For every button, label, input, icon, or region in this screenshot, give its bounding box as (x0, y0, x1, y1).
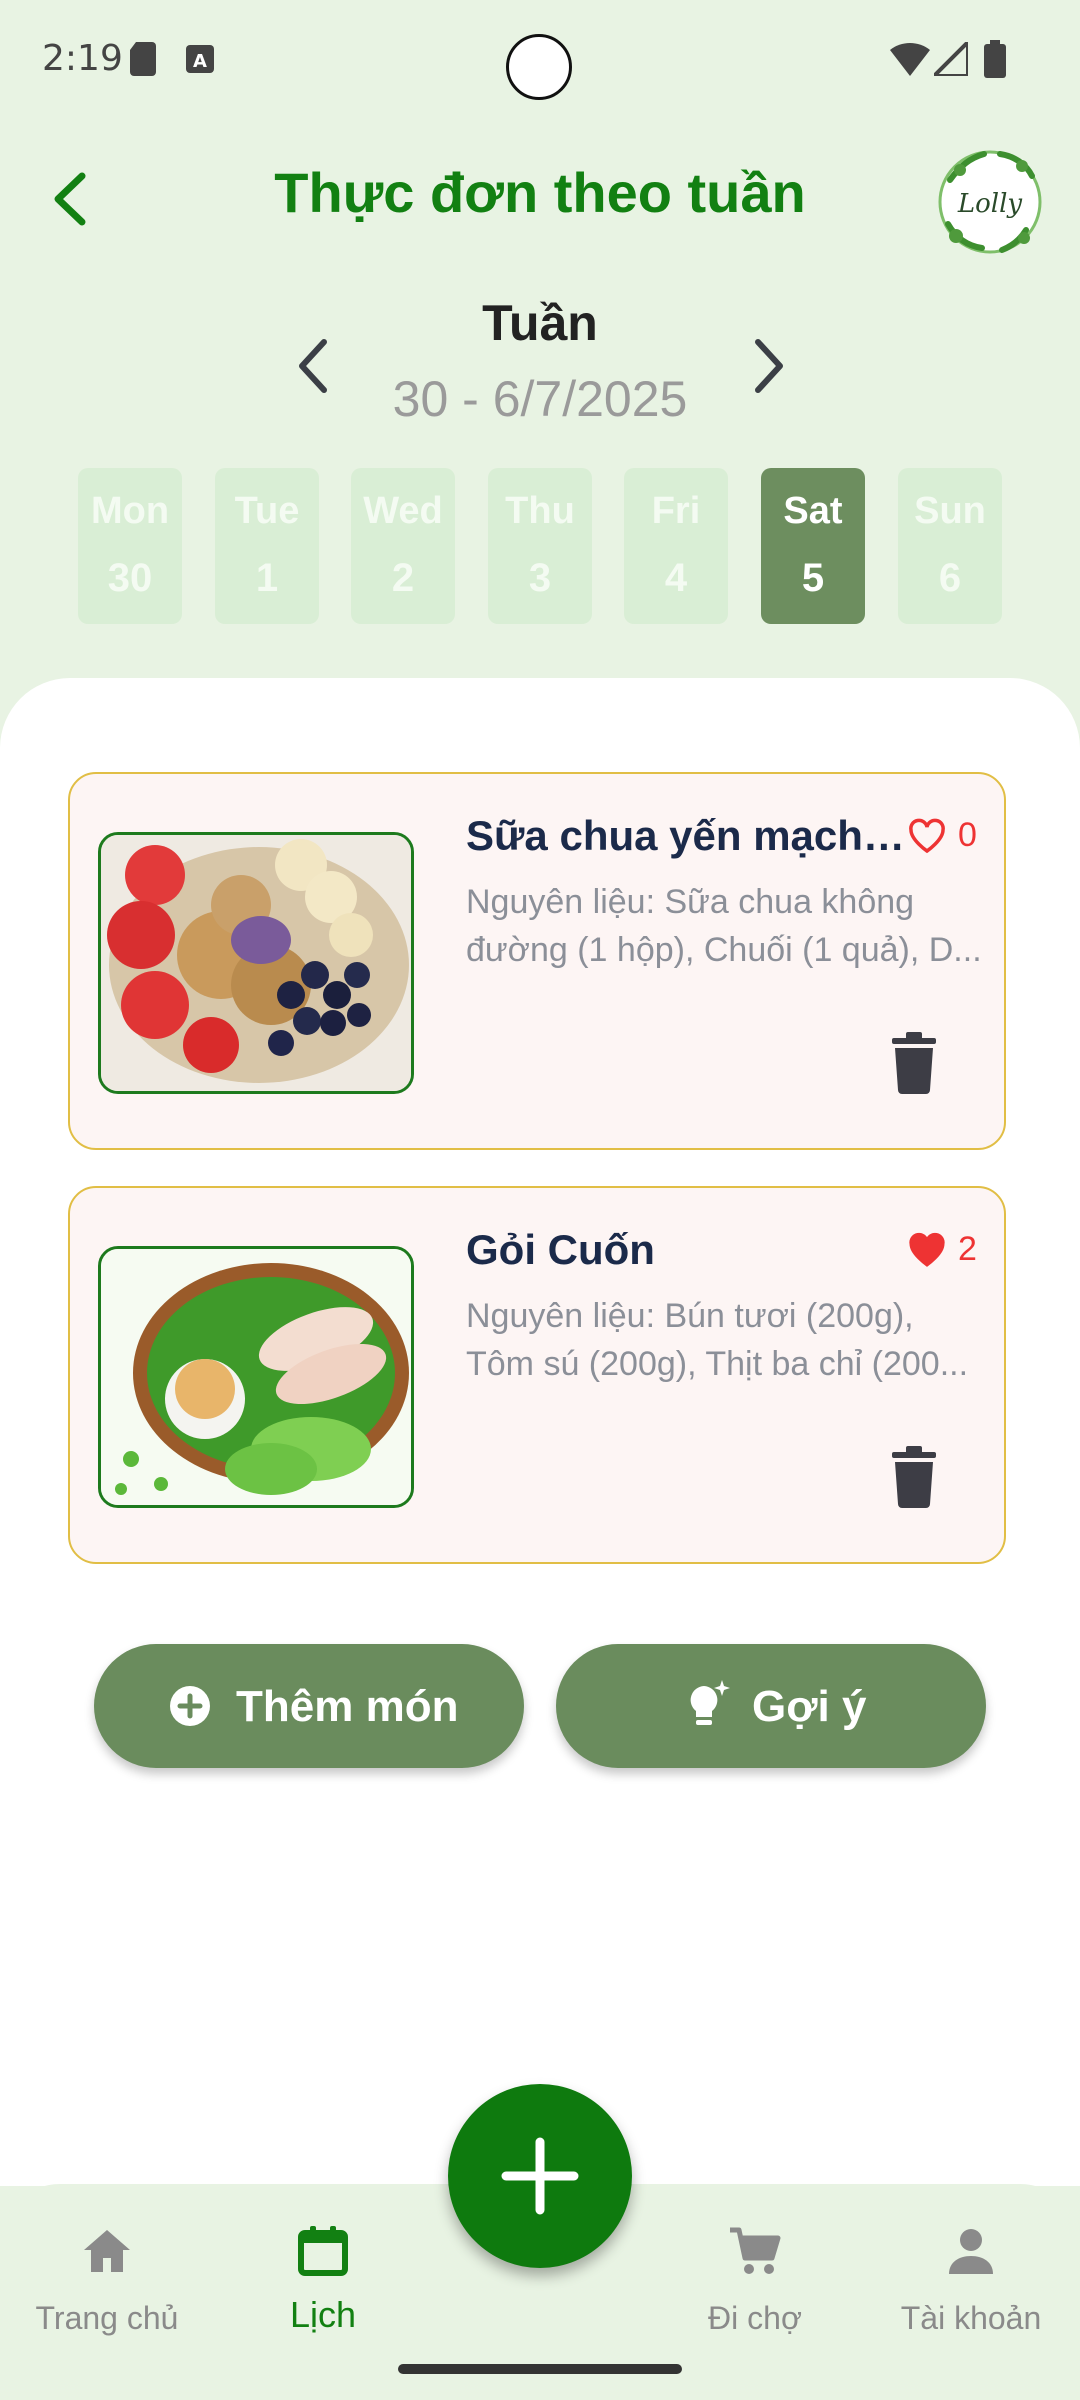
calendar-icon (298, 2226, 348, 2276)
nav-calendar[interactable]: Lịch (228, 2204, 418, 2344)
day-fri[interactable]: Fri 4 (624, 468, 728, 624)
like-count: 2 (958, 1230, 977, 1268)
meal-description: Nguyên liệu: Sữa chua không đường (1 hộp… (466, 878, 986, 974)
next-week-button[interactable] (732, 330, 802, 400)
day-sun[interactable]: Sun 6 (898, 468, 1002, 624)
meal-description: Nguyên liệu: Bún tươi (200g), Tôm sú (20… (466, 1292, 986, 1388)
meal-description-line: Nguyên liệu: Bún tươi (200g), (466, 1297, 914, 1335)
day-name: Thu (505, 490, 575, 532)
lightbulb-icon (690, 1680, 730, 1725)
day-wed[interactable]: Wed 2 (351, 468, 455, 624)
nav-market-label: Đi chợ (708, 2300, 802, 2336)
day-tue[interactable]: Tue 1 (215, 468, 319, 624)
home-icon (84, 2230, 130, 2272)
plus-icon (501, 2137, 579, 2215)
day-name: Tue (234, 490, 300, 532)
day-name: Sun (914, 490, 986, 532)
week-label: Tuần (482, 295, 598, 351)
add-dish-button[interactable]: Thêm món (94, 1644, 524, 1768)
meal-description-line: Nguyên liệu: Sữa chua không (466, 883, 915, 921)
week-range: 30 - 6/7/2025 (392, 371, 688, 427)
delete-icon[interactable] (888, 1446, 940, 1508)
day-number: 2 (391, 556, 415, 600)
like-button[interactable]: 0 (908, 814, 1000, 864)
day-sat[interactable]: Sat 5 (761, 468, 865, 624)
day-number: 5 (801, 556, 825, 600)
content-sheet: Sữa chua yến mạch t... 0 Nguyên liệu: Sữ… (0, 678, 1080, 2186)
battery-icon (984, 40, 1006, 78)
meal-image-yogurt-bowl (98, 832, 414, 1094)
nav-home-label: Trang chủ (35, 2300, 179, 2336)
meal-title: Sữa chua yến mạch t... (466, 812, 906, 859)
nav-account-label: Tài khoản (900, 2300, 1042, 2336)
meal-title: Gỏi Cuốn (466, 1226, 655, 1273)
keyboard-a-icon: A (186, 45, 214, 73)
day-number: 3 (528, 556, 552, 600)
like-button[interactable]: 2 (908, 1228, 1000, 1278)
nav-account[interactable]: Tài khoản (876, 2204, 1066, 2344)
signal-icon (934, 42, 968, 76)
delete-icon[interactable] (888, 1032, 940, 1094)
add-fab-button[interactable] (448, 2084, 632, 2268)
add-dish-label: Thêm món (236, 1682, 459, 1731)
status-bar: 2:19 A (0, 0, 1080, 120)
day-number: 30 (107, 556, 153, 600)
heart-filled-icon (909, 1232, 945, 1267)
svg-text:A: A (193, 51, 207, 72)
meal-description-line: Tôm sú (200g), Thịt ba chỉ (200... (466, 1345, 969, 1383)
day-number: 6 (938, 556, 962, 600)
suggest-label: Gợi ý (752, 1682, 867, 1731)
meal-card[interactable]: Sữa chua yến mạch t... 0 Nguyên liệu: Sữ… (68, 772, 1006, 1150)
camera-cutout (506, 34, 572, 100)
add-circle-icon (170, 1686, 210, 1726)
day-name: Sat (783, 490, 843, 532)
heart-outline-icon (909, 818, 945, 854)
page-title: Thực đơn theo tuần (274, 161, 806, 224)
day-name: Fri (651, 490, 701, 532)
day-number: 1 (255, 556, 279, 600)
status-time: 2:19 (42, 38, 123, 79)
sd-card-icon (130, 42, 156, 76)
day-mon[interactable]: Mon 30 (78, 468, 182, 624)
nav-home[interactable]: Trang chủ (12, 2204, 202, 2344)
day-number: 4 (664, 556, 688, 600)
meal-image-spring-rolls (98, 1246, 414, 1508)
home-indicator[interactable] (398, 2364, 682, 2374)
day-name: Mon (90, 490, 170, 532)
suggest-button[interactable]: Gợi ý (556, 1644, 986, 1768)
svg-text:Lolly: Lolly (957, 189, 1023, 219)
day-name: Wed (363, 490, 443, 532)
meal-description-line: đường (1 hộp), Chuối (1 quả), D... (466, 931, 982, 969)
lolly-logo: Lolly (938, 150, 1042, 254)
wifi-icon (890, 42, 930, 76)
person-icon (949, 2229, 993, 2274)
day-selector: Mon 30 Tue 1 Wed 2 Thu 3 Fri 4 Sat 5 Sun 6 (78, 468, 1002, 624)
cart-icon (730, 2227, 781, 2274)
like-count: 0 (958, 816, 977, 854)
day-thu[interactable]: Thu 3 (488, 468, 592, 624)
meal-card[interactable]: Gỏi Cuốn 2 Nguyên liệu: Bún tươi (200g),… (68, 1186, 1006, 1564)
nav-calendar-label: Lịch (289, 2294, 357, 2335)
app-header: Thực đơn theo tuần Lolly (0, 120, 1080, 270)
nav-market[interactable]: Đi chợ (660, 2204, 850, 2344)
